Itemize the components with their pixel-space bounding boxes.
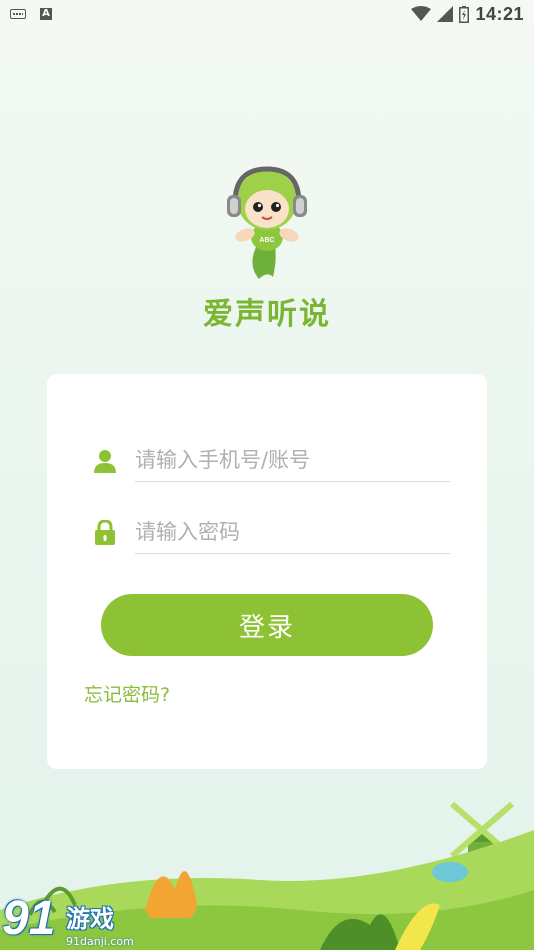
status-left: A (10, 8, 52, 20)
watermark-number: 91 (2, 892, 56, 945)
keyboard-icon (10, 9, 26, 19)
status-right: 14:21 (411, 4, 524, 25)
password-input[interactable] (135, 510, 450, 554)
watermark-text: 游戏 (66, 905, 114, 933)
mascot-logo-icon: ABC (227, 166, 307, 279)
battery-icon (459, 5, 470, 23)
forgot-password-link[interactable]: 忘记密码? (84, 680, 170, 707)
a-notification-icon: A (40, 8, 52, 20)
cell-signal-icon (437, 6, 454, 22)
login-card: 登录 忘记密码? (47, 374, 487, 769)
username-input[interactable] (135, 438, 450, 482)
status-time: 14:21 (475, 3, 524, 24)
user-icon (94, 450, 116, 473)
watermark: 91 游戏 91danji.com (0, 890, 140, 950)
lock-icon (95, 520, 115, 545)
status-bar: A 14:21 (0, 0, 534, 28)
wifi-icon (411, 6, 432, 21)
app-title: 爱声听说 (203, 297, 331, 332)
watermark-url: 91danji.com (66, 935, 134, 948)
password-field (87, 496, 450, 556)
app-logo: ABC (0, 165, 534, 283)
login-button[interactable]: 登录 (101, 594, 433, 656)
username-field (87, 424, 450, 484)
mascot-abc-label: ABC (259, 237, 274, 244)
